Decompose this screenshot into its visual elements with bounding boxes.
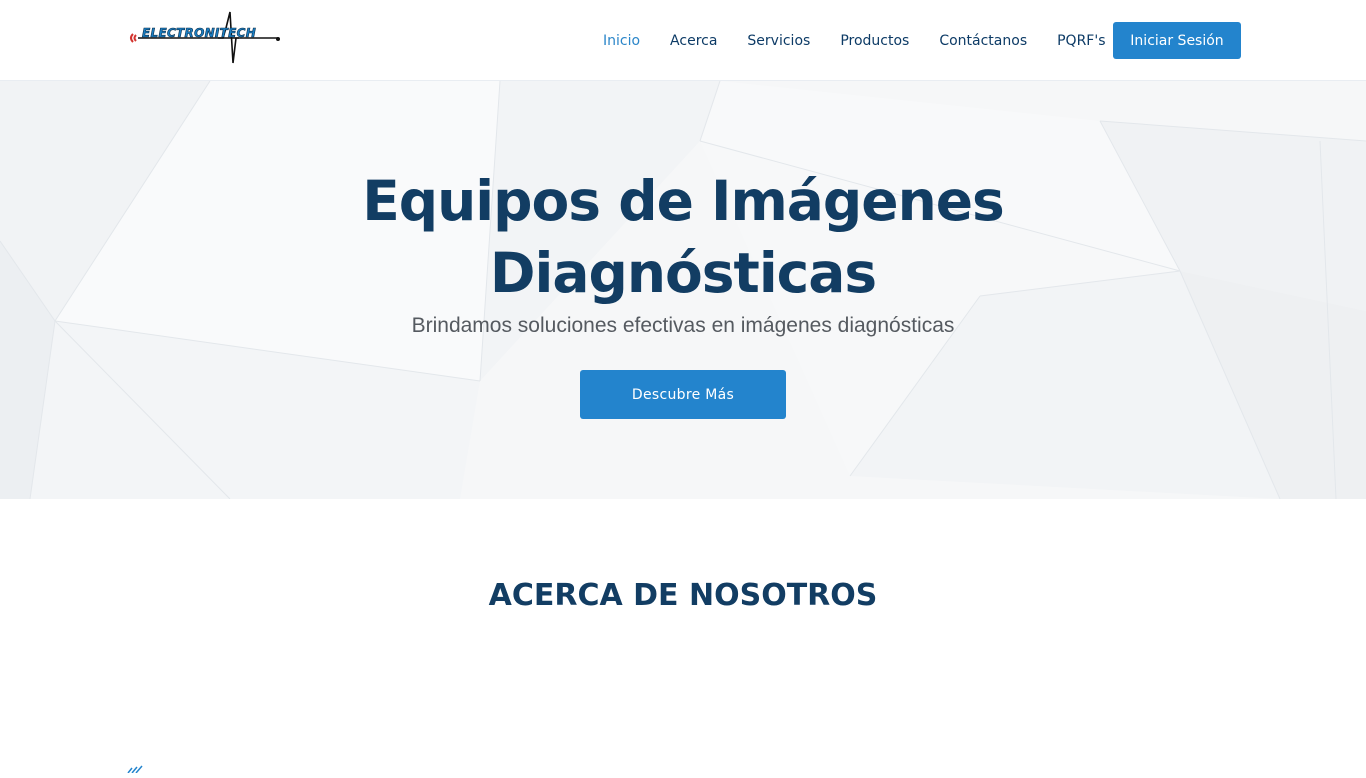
svg-text:ELECTRONITECH: ELECTRONITECH [142, 26, 256, 40]
nav-item-contactanos[interactable]: Contáctanos [924, 33, 1042, 49]
signal-waves-icon [124, 760, 148, 774]
hero-title-line1: Equipos de Imágenes [362, 169, 1005, 233]
nav-item-inicio[interactable]: Inicio [588, 33, 655, 49]
logo-icon[interactable]: ELECTRONITECH [126, 8, 282, 66]
nav-item-servicios[interactable]: Servicios [732, 33, 825, 49]
discover-more-button[interactable]: Descubre Más [580, 370, 786, 419]
nav-item-acerca[interactable]: Acerca [655, 33, 732, 49]
nav-item-pqrfs[interactable]: PQRF's [1042, 33, 1120, 49]
nav-item-productos[interactable]: Productos [825, 33, 924, 49]
login-button[interactable]: Iniciar Sesión [1113, 22, 1241, 59]
hero-title-line2: Diagnósticas [489, 241, 877, 305]
about-section-title: ACERCA DE NOSOTROS [488, 578, 878, 613]
site-header: ELECTRONITECH Inicio Acerca Servicios Pr… [0, 0, 1366, 81]
hero-section: Equipos de Imágenes Diagnósticas Brindam… [0, 81, 1366, 499]
main-nav: Inicio Acerca Servicios Productos Contác… [588, 22, 1121, 59]
hero-subtitle: Brindamos soluciones efectivas en imágen… [411, 314, 955, 337]
hero-title: Equipos de Imágenes Diagnósticas [283, 165, 1083, 309]
